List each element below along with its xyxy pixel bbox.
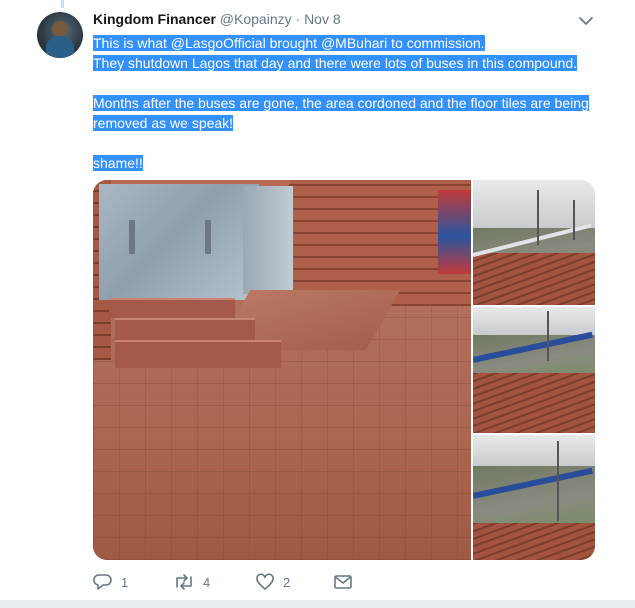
- thumb-2[interactable]: [473, 307, 595, 433]
- thumb-sky: [473, 307, 595, 335]
- photo-shade: [93, 440, 471, 560]
- author-handle[interactable]: @Kopainzy: [220, 11, 292, 27]
- tweet-actions: 1 4 2: [93, 570, 393, 594]
- main-photo[interactable]: [93, 180, 471, 560]
- avatar-body: [46, 36, 74, 58]
- street-pole: [537, 190, 539, 245]
- tweet-text-line: [93, 73, 613, 93]
- message-icon: [333, 573, 353, 591]
- tweet-text-line: This is what @LasgoOfficial brought @MBu…: [93, 35, 485, 51]
- tweet-text: This is what @LasgoOfficial brought @MBu…: [93, 33, 613, 173]
- reply-count: 1: [121, 574, 129, 590]
- like-button[interactable]: 2: [255, 570, 290, 594]
- thumb-roof: [473, 252, 595, 305]
- thumb-sky: [473, 435, 595, 467]
- step: [109, 298, 235, 318]
- like-count: 2: [283, 574, 291, 590]
- direct-message-button[interactable]: [333, 570, 353, 594]
- thumb-roof: [473, 522, 595, 560]
- author-name[interactable]: Kingdom Financer: [93, 11, 216, 27]
- timeline-divider: [0, 600, 635, 608]
- step: [115, 318, 255, 340]
- tweet-text-line: removed as we speak!: [93, 115, 234, 131]
- street-pole: [547, 311, 549, 361]
- tweet-text-line: [93, 133, 613, 153]
- avatar-face: [52, 21, 68, 37]
- door-handle: [129, 220, 135, 254]
- media-grid: [93, 180, 595, 560]
- retweet-icon: [173, 573, 195, 591]
- like-icon: [255, 573, 275, 591]
- tweet-text-line: shame!!: [93, 155, 143, 171]
- retweet-count: 4: [203, 574, 211, 590]
- thumb-sky: [473, 180, 595, 228]
- tweet-header: Kingdom Financer @Kopainzy · Nov 8: [93, 11, 595, 31]
- tweet-text-line: They shutdown Lagos that day and there w…: [93, 55, 578, 71]
- thumb-roof: [473, 372, 595, 433]
- step: [115, 340, 281, 368]
- avatar[interactable]: [37, 12, 83, 58]
- thread-connector: [61, 0, 64, 8]
- tarp-cover-side: [243, 186, 293, 294]
- banner: [438, 190, 471, 274]
- header-separator: ·: [295, 11, 301, 27]
- chevron-down-icon[interactable]: [578, 14, 594, 28]
- street-pole: [573, 200, 575, 240]
- reply-icon: [93, 573, 113, 591]
- thumb-3[interactable]: [473, 435, 595, 560]
- reply-button[interactable]: 1: [93, 570, 128, 594]
- thumb-1[interactable]: [473, 180, 595, 305]
- street-pole: [557, 441, 559, 521]
- tarp-cover: [99, 184, 259, 300]
- tweet-date[interactable]: Nov 8: [304, 11, 341, 27]
- door-handle: [205, 220, 211, 254]
- tweet-text-line: Months after the buses are gone, the are…: [93, 95, 589, 111]
- retweet-button[interactable]: 4: [173, 570, 210, 594]
